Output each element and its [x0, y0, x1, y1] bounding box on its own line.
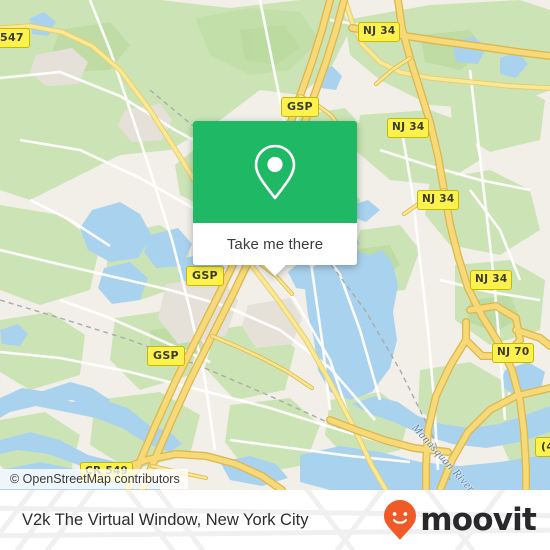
road-shield-547: 547	[0, 28, 30, 48]
road-shield-gsp-top: GSP	[281, 97, 319, 117]
map-pin-icon	[254, 144, 296, 200]
road-shield-right-edge: (4	[535, 437, 550, 457]
page-title: V2k The Virtual Window, New York City	[22, 510, 309, 529]
moovit-smiley-pin-icon	[384, 500, 417, 540]
moovit-brand-logo[interactable]: moovit	[383, 499, 537, 541]
popup-icon-area	[193, 121, 357, 223]
map-screenshot: 547 NJ 34 GSP NJ 34 NJ 34 NJ 34 GSP GSP NJ 70 CR …	[0, 0, 550, 550]
road-shield-nj70: NJ 70	[492, 343, 535, 363]
map-viewport[interactable]: 547 NJ 34 GSP NJ 34 NJ 34 NJ 34 GSP GSP NJ 70 CR …	[0, 0, 550, 490]
road-shield-gsp-mid: GSP	[186, 266, 224, 286]
road-shield-nj34-top: NJ 34	[358, 22, 401, 42]
road-shield-cr549: CR 549	[80, 462, 134, 482]
road-shield-nj34-right: NJ 34	[417, 190, 460, 210]
footer-bar: V2k The Virtual Window, New York City mo…	[0, 490, 550, 550]
road-shield-gsp-lower: GSP	[147, 346, 185, 366]
popup-tail-pointer	[264, 265, 286, 276]
moovit-wordmark: moovit	[420, 501, 537, 538]
place-popup-card[interactable]: Take me there	[193, 121, 357, 276]
popup-action-area[interactable]: Take me there	[193, 223, 357, 276]
road-shield-nj34-upper-right: NJ 34	[387, 118, 430, 138]
take-me-there-button[interactable]: Take me there	[227, 236, 323, 253]
road-shield-nj34-mid-right: NJ 34	[470, 270, 513, 290]
